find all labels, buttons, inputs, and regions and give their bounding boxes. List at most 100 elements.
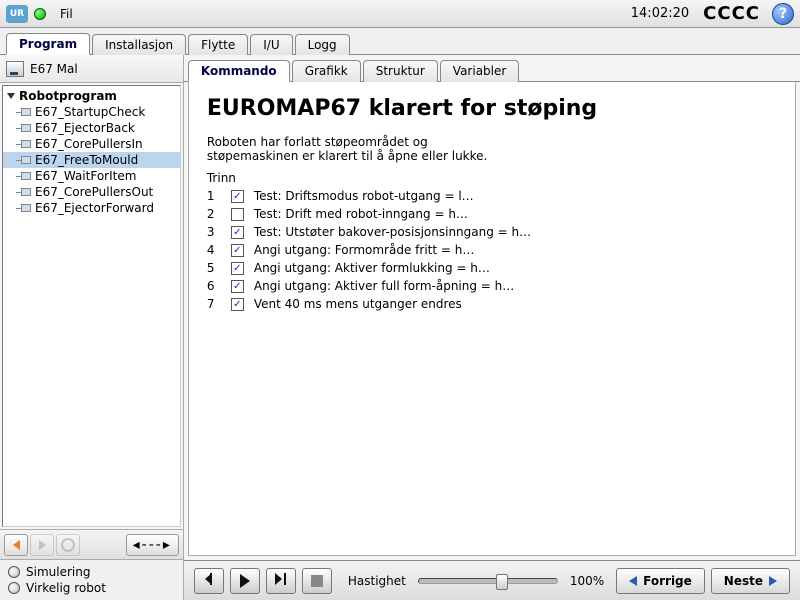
node-icon bbox=[21, 188, 31, 196]
step-forward-icon bbox=[275, 573, 286, 588]
tree-item[interactable]: E67_CorePullersOut bbox=[3, 184, 180, 200]
step-checkbox[interactable] bbox=[231, 280, 244, 293]
step-number: 2 bbox=[207, 207, 221, 221]
arrow-right-icon bbox=[769, 576, 777, 586]
node-icon bbox=[21, 124, 31, 132]
step-text: Angi utgang: Aktiver formlukking = h… bbox=[254, 261, 490, 275]
arrow-left-icon bbox=[629, 576, 637, 586]
step-text: Test: Utstøter bakover-posisjonsinngang … bbox=[254, 225, 531, 239]
left-column: E67 Mal Robotprogram E67_StartupCheckE67… bbox=[0, 55, 184, 600]
step-number: 6 bbox=[207, 279, 221, 293]
program-name: E67 Mal bbox=[30, 62, 78, 76]
step-checkbox[interactable] bbox=[231, 208, 244, 221]
tab-logg[interactable]: Logg bbox=[295, 34, 350, 55]
node-icon bbox=[21, 156, 31, 164]
sub-tabs: KommandoGrafikkStrukturVariabler bbox=[184, 55, 800, 82]
stop-button[interactable] bbox=[302, 568, 332, 594]
tab-program[interactable]: Program bbox=[6, 33, 90, 55]
filebar: E67 Mal bbox=[0, 55, 183, 83]
subtab-kommando[interactable]: Kommando bbox=[188, 60, 290, 82]
main-tabs: ProgramInstallasjonFlytteI/ULogg bbox=[0, 28, 800, 55]
step-text: Test: Driftsmodus robot-utgang = l… bbox=[254, 189, 474, 203]
rewind-icon bbox=[205, 573, 212, 588]
tab-installasjon[interactable]: Installasjon bbox=[92, 34, 186, 55]
speed-label: Hastighet bbox=[348, 574, 406, 588]
tree-item[interactable]: E67_WaitForItem bbox=[3, 168, 180, 184]
program-tree[interactable]: Robotprogram E67_StartupCheckE67_Ejector… bbox=[2, 85, 181, 527]
step-forward-button[interactable] bbox=[266, 568, 296, 594]
step-row: 3 Test: Utstøter bakover-posisjonsinngang… bbox=[207, 223, 777, 241]
step-row: 5 Angi utgang: Aktiver formlukking = h… bbox=[207, 259, 777, 277]
step-row: 6 Angi utgang: Aktiver full form-åpning =… bbox=[207, 277, 777, 295]
play-button[interactable] bbox=[230, 568, 260, 594]
tree-root[interactable]: Robotprogram bbox=[3, 88, 180, 104]
step-checkbox[interactable] bbox=[231, 298, 244, 311]
step-number: 4 bbox=[207, 243, 221, 257]
collapse-icon[interactable] bbox=[7, 93, 15, 99]
step-row: 2 Test: Drift med robot-inngang = h… bbox=[207, 205, 777, 223]
run-modes: Simulering Virkelig robot bbox=[0, 559, 183, 600]
step-row: 7 Vent 40 ms mens utganger endres bbox=[207, 295, 777, 313]
clock: 14:02:20 bbox=[631, 6, 689, 21]
status-cccc: CCCC bbox=[703, 3, 760, 24]
circle-icon bbox=[61, 538, 75, 552]
right-column: KommandoGrafikkStrukturVariabler EUROMAP… bbox=[184, 55, 800, 600]
tree-item[interactable]: E67_EjectorBack bbox=[3, 120, 180, 136]
tree-item[interactable]: E67_StartupCheck bbox=[3, 104, 180, 120]
radio-icon bbox=[8, 566, 20, 578]
step-checkbox[interactable] bbox=[231, 262, 244, 275]
tree-item[interactable]: E67_CorePullersIn bbox=[3, 136, 180, 152]
play-icon bbox=[240, 574, 250, 588]
tab-flytte[interactable]: Flytte bbox=[188, 34, 248, 55]
step-text: Angi utgang: Aktiver full form-åpning = … bbox=[254, 279, 514, 293]
arrow-right-icon bbox=[39, 540, 46, 550]
tab-i/u[interactable]: I/U bbox=[250, 34, 292, 55]
prev-button[interactable]: Forrige bbox=[616, 568, 705, 594]
tree-nav-buttons: ◂---▸ bbox=[0, 529, 183, 559]
node-icon bbox=[21, 140, 31, 148]
status-dot-icon bbox=[34, 8, 46, 20]
step-number: 7 bbox=[207, 297, 221, 311]
step-checkbox[interactable] bbox=[231, 226, 244, 239]
mode-simulation[interactable]: Simulering bbox=[8, 564, 175, 580]
content-title: EUROMAP67 klarert for støping bbox=[207, 96, 777, 121]
subtab-struktur[interactable]: Struktur bbox=[363, 60, 438, 82]
node-icon bbox=[21, 204, 31, 212]
move-lr-widget[interactable]: ◂---▸ bbox=[126, 534, 179, 556]
bottom-bar: Hastighet 100% Forrige Neste bbox=[184, 560, 800, 600]
steps-label: Trinn bbox=[207, 171, 777, 185]
tree-item[interactable]: E67_FreeToMould bbox=[3, 152, 180, 168]
step-row: 1 Test: Driftsmodus robot-utgang = l… bbox=[207, 187, 777, 205]
node-icon bbox=[21, 108, 31, 116]
step-text: Test: Drift med robot-inngang = h… bbox=[254, 207, 468, 221]
content-description: Roboten har forlatt støpeområdet og støp… bbox=[207, 135, 567, 163]
step-text: Vent 40 ms mens utganger endres bbox=[254, 297, 462, 311]
help-button[interactable]: ? bbox=[772, 3, 794, 25]
step-row: 4 Angi utgang: Formområde fritt = h… bbox=[207, 241, 777, 259]
nav-back-button[interactable] bbox=[4, 534, 28, 556]
menu-file[interactable]: Fil bbox=[52, 5, 81, 23]
mode-real-robot[interactable]: Virkelig robot bbox=[8, 580, 175, 596]
step-checkbox[interactable] bbox=[231, 244, 244, 257]
step-checkbox[interactable] bbox=[231, 190, 244, 203]
menubar: UR Fil 14:02:20 CCCC ? bbox=[0, 0, 800, 28]
step-number: 1 bbox=[207, 189, 221, 203]
next-button[interactable]: Neste bbox=[711, 568, 790, 594]
ur-logo: UR bbox=[6, 5, 28, 23]
tree-item[interactable]: E67_EjectorForward bbox=[3, 200, 180, 216]
step-text: Angi utgang: Formområde fritt = h… bbox=[254, 243, 475, 257]
command-content: EUROMAP67 klarert for støping Roboten ha… bbox=[188, 82, 796, 556]
subtab-grafikk[interactable]: Grafikk bbox=[292, 60, 361, 82]
slider-thumb[interactable] bbox=[496, 574, 508, 590]
node-icon bbox=[21, 172, 31, 180]
speed-slider[interactable] bbox=[418, 578, 558, 584]
radio-icon bbox=[8, 582, 20, 594]
nav-forward-button[interactable] bbox=[30, 534, 54, 556]
nav-target-button[interactable] bbox=[56, 534, 80, 556]
speed-value: 100% bbox=[570, 574, 604, 588]
subtab-variabler[interactable]: Variabler bbox=[440, 60, 520, 82]
step-number: 5 bbox=[207, 261, 221, 275]
step-number: 3 bbox=[207, 225, 221, 239]
disk-icon[interactable] bbox=[6, 61, 24, 77]
rewind-button[interactable] bbox=[194, 568, 224, 594]
